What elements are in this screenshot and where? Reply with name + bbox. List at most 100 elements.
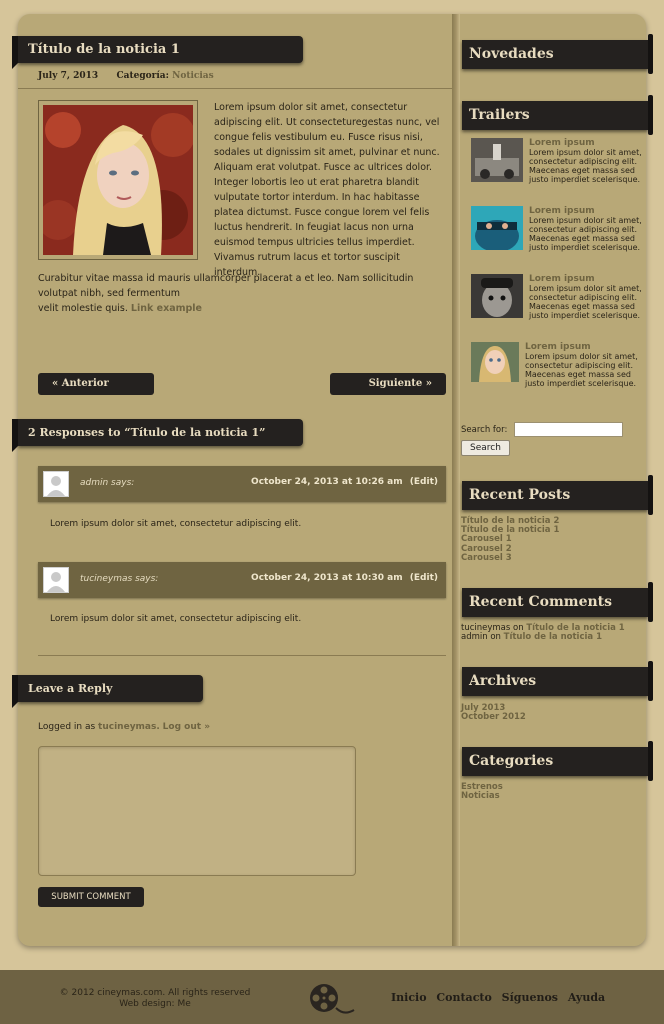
post-body-3: velit molestie quis.	[38, 303, 128, 314]
footer-nav-siguenos[interactable]: Síguenos	[502, 991, 558, 1004]
trailer-thumbnail[interactable]	[471, 138, 523, 182]
comment-date-text[interactable]: October 24, 2013 at 10:26 am	[251, 477, 403, 487]
comment-edit-link[interactable]: (Edit)	[410, 477, 438, 487]
trailer-thumbnail[interactable]	[471, 342, 519, 382]
comment-textarea[interactable]	[38, 746, 356, 876]
novedades-title: Novedades	[469, 46, 554, 62]
post-image	[38, 100, 198, 260]
recent-posts-list: Título de la noticia 2 Título de la noti…	[461, 516, 559, 563]
comment-header: tucineymas says: October 24, 2013 at 10:…	[38, 562, 446, 598]
comments-divider	[38, 655, 446, 656]
sidebar: Novedades Trailers Lorem ipsum Lorem ips…	[460, 14, 653, 946]
comment-date: October 24, 2013 at 10:30 am (Edit)	[251, 573, 438, 583]
trailer-item[interactable]: Lorem ipsum Lorem ipsum dolor sit amet, …	[471, 274, 645, 320]
recent-comment-item: admin on Título de la noticia 1	[461, 633, 625, 642]
footer: © 2012 cineymas.com. All rights reserved…	[0, 970, 664, 1024]
footer-copyright: © 2012 cineymas.com. All rights reserved…	[40, 988, 270, 1010]
search-input[interactable]	[514, 422, 623, 437]
logout-link[interactable]: Log out »	[163, 722, 210, 732]
user-silhouette-icon	[47, 476, 65, 496]
search-button-label: Search	[470, 443, 501, 453]
archives-list: July 2013 October 2012	[461, 703, 526, 722]
main-column: Título de la noticia 1 July 7, 2013 Cate…	[18, 14, 452, 946]
logged-prefix: Logged in as	[38, 722, 96, 732]
recent-comments-title: Recent Comments	[469, 594, 613, 610]
user-silhouette-icon	[47, 572, 65, 592]
trailer-item[interactable]: Lorem ipsum Lorem ipsum dolor sit amet, …	[471, 342, 645, 388]
trailer-thumbnail[interactable]	[471, 274, 523, 318]
copyright-text: © 2012 cineymas.com. All rights reserved	[59, 988, 251, 998]
portrait-image	[43, 105, 193, 255]
comment-date: October 24, 2013 at 10:26 am (Edit)	[251, 477, 438, 487]
trailer-text: Lorem ipsum dolor sit amet, consectetur …	[529, 284, 642, 320]
submit-comment-button[interactable]: SUBMIT COMMENT	[38, 887, 144, 907]
responses-ribbon: 2 Responses to “Título de la noticia 1”	[18, 419, 303, 446]
film-reel-icon	[308, 982, 356, 1020]
category-label: Categoría:	[116, 71, 169, 81]
submit-label: SUBMIT COMMENT	[51, 892, 131, 902]
next-post-button[interactable]: Siguiente »	[330, 373, 446, 395]
comment-header: admin says: October 24, 2013 at 10:26 am…	[38, 466, 446, 502]
avatar	[43, 471, 69, 497]
design-credit: Web design: Me	[119, 999, 191, 1009]
meta-divider	[18, 88, 452, 89]
post-title[interactable]: Título de la noticia 1	[28, 42, 180, 57]
trailer-text: Lorem ipsum dolor sit amet, consectetur …	[525, 352, 638, 388]
comment-who: admin	[461, 632, 488, 643]
trailer-text: Lorem ipsum dolor sit amet, consectetur …	[529, 148, 642, 184]
trailers-ribbon: Trailers	[462, 95, 653, 135]
archive-link[interactable]: October 2012	[461, 712, 526, 722]
footer-nav-inicio[interactable]: Inicio	[391, 991, 427, 1004]
comment-edit-link[interactable]: (Edit)	[410, 573, 438, 583]
logged-in-line: Logged in as tucineymas. Log out »	[38, 722, 211, 732]
trailer-title[interactable]: Lorem ipsum	[529, 274, 595, 284]
recent-comments-ribbon: Recent Comments	[462, 582, 653, 622]
post-date: July 7, 2013	[38, 71, 99, 81]
prev-post-button[interactable]: « Anterior	[38, 373, 154, 395]
category-link[interactable]: Noticias	[172, 71, 214, 81]
recent-comments-list: tucineymas on Título de la noticia 1 adm…	[461, 623, 625, 642]
reply-ribbon: Leave a Reply	[18, 675, 203, 702]
trailer-title[interactable]: Lorem ipsum	[529, 206, 595, 216]
categories-ribbon: Categories	[462, 741, 653, 781]
trailer-item[interactable]: Lorem ipsum Lorem ipsum dolor sit amet, …	[471, 138, 645, 184]
archives-ribbon: Archives	[462, 661, 653, 701]
footer-nav: Inicio Contacto Síguenos Ayuda	[391, 991, 611, 1004]
trailer-item[interactable]: Lorem ipsum Lorem ipsum dolor sit amet, …	[471, 206, 645, 252]
trailer-thumbnail[interactable]	[471, 206, 523, 250]
recent-posts-ribbon: Recent Posts	[462, 475, 653, 515]
comment-on: on	[490, 632, 501, 643]
search-button[interactable]: Search	[461, 440, 510, 456]
recent-post-link[interactable]: Carousel 3	[461, 553, 559, 563]
next-label: Siguiente »	[368, 378, 432, 389]
comment-date-text[interactable]: October 24, 2013 at 10:30 am	[251, 573, 403, 583]
novedades-ribbon: Novedades	[462, 34, 653, 74]
post-meta: July 7, 2013 Categoría: Noticias	[38, 71, 214, 81]
link-example[interactable]: Link example	[131, 303, 202, 314]
page-container: Título de la noticia 1 July 7, 2013 Cate…	[18, 14, 653, 946]
footer-nav-ayuda[interactable]: Ayuda	[568, 991, 605, 1004]
search-label: Search for:	[461, 425, 508, 435]
comment-post-link[interactable]: Título de la noticia 1	[504, 632, 602, 642]
logged-user-link[interactable]: tucineymas	[98, 722, 156, 732]
trailer-title[interactable]: Lorem ipsum	[529, 138, 595, 148]
responses-title: 2 Responses to “Título de la noticia 1”	[28, 426, 266, 439]
comment-author: tucineymas says:	[80, 574, 159, 584]
categories-list: Estrenos Noticias	[461, 782, 503, 801]
post-title-ribbon: Título de la noticia 1	[18, 36, 303, 63]
post-body-wrap: Lorem ipsum dolor sit amet, consectetur …	[214, 100, 446, 280]
recent-posts-title: Recent Posts	[469, 487, 571, 503]
archives-title: Archives	[469, 673, 537, 689]
comment-author: admin says:	[80, 478, 135, 488]
trailer-title[interactable]: Lorem ipsum	[525, 342, 591, 352]
category-link[interactable]: Noticias	[461, 791, 503, 801]
post-body-2: Curabitur vitae massa id mauris ullamcor…	[38, 273, 414, 299]
trailers-title: Trailers	[469, 107, 530, 123]
comment-text: Lorem ipsum dolor sit amet, consectetur …	[50, 614, 302, 624]
footer-nav-contacto[interactable]: Contacto	[436, 991, 491, 1004]
comment-text: Lorem ipsum dolor sit amet, consectetur …	[50, 519, 302, 529]
trailer-text: Lorem ipsum dolor sit amet, consectetur …	[529, 216, 642, 252]
post-body: Lorem ipsum dolor sit amet, consectetur …	[214, 102, 440, 278]
reply-title: Leave a Reply	[28, 682, 113, 695]
avatar	[43, 567, 69, 593]
